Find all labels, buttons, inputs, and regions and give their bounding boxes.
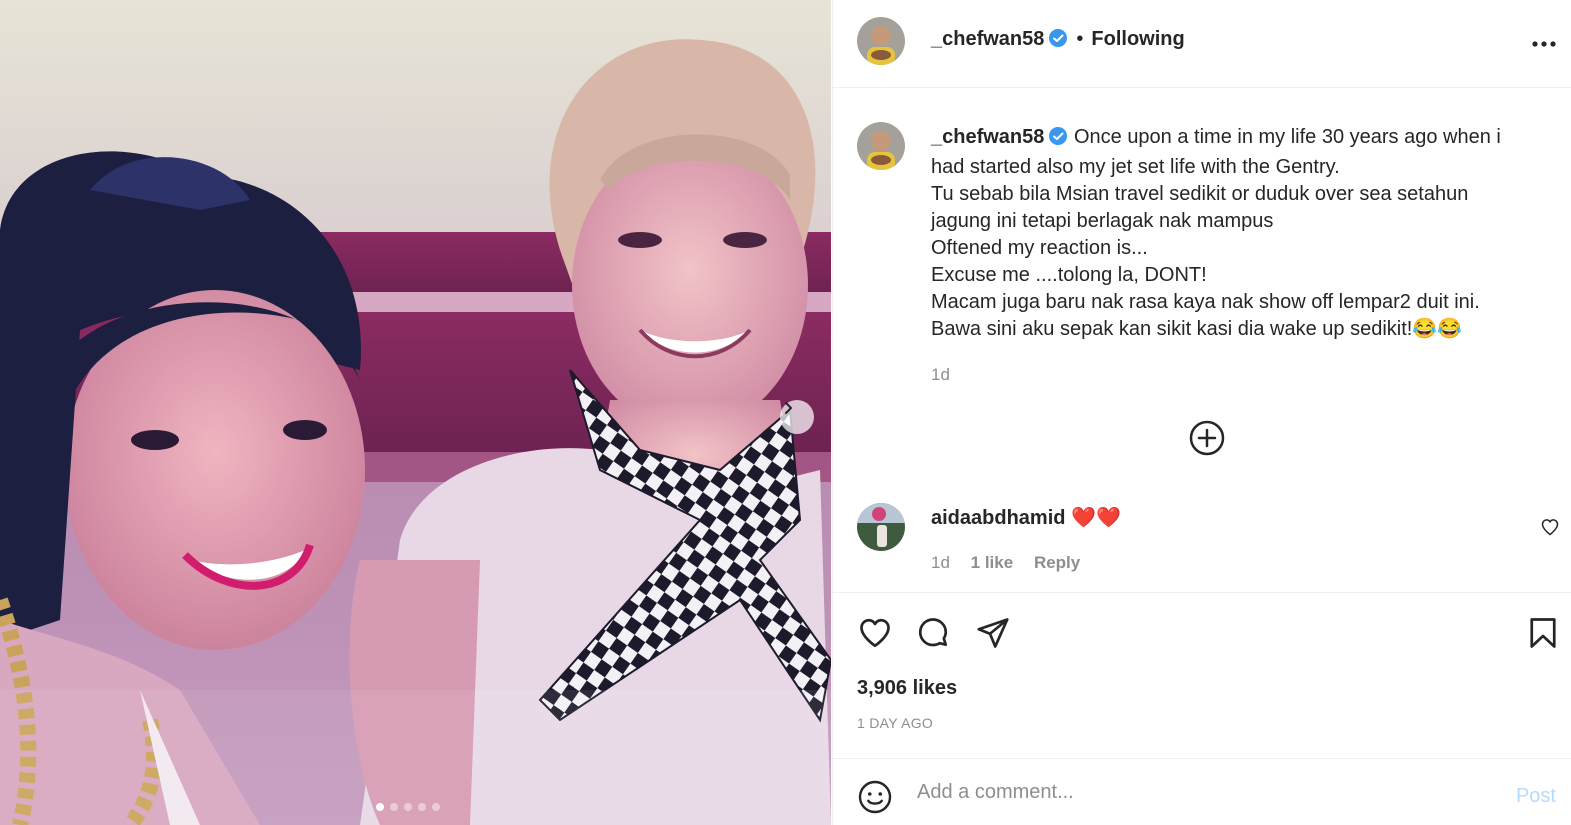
more-options-button[interactable]	[1530, 30, 1558, 63]
heart-icon	[860, 618, 890, 648]
load-more-comments-button[interactable]	[1189, 420, 1225, 461]
likes-count[interactable]: 3,906 likes	[857, 677, 957, 700]
carousel-next-button[interactable]	[780, 400, 814, 434]
comment-like-count[interactable]: 1 like	[971, 553, 1014, 572]
comment-timestamp[interactable]: 1d	[931, 553, 950, 572]
comment-like-button[interactable]	[1540, 517, 1560, 542]
avatar-image	[857, 17, 905, 65]
verified-badge-icon	[1048, 126, 1068, 154]
carousel-dot	[404, 803, 412, 811]
post-header: _chefwan58 • Following	[833, 0, 1571, 88]
avatar-image	[857, 122, 905, 170]
share-button[interactable]	[975, 615, 1011, 656]
save-button[interactable]	[1525, 615, 1561, 656]
caption-line: Oftened my reaction is...	[931, 237, 1148, 259]
carousel-indicator	[376, 803, 440, 811]
instagram-post-view: _chefwan58 • Following _chefwan58 Once up…	[0, 0, 1571, 825]
comment-button[interactable]	[915, 615, 951, 656]
carousel-dot	[432, 803, 440, 811]
caption-author-avatar[interactable]	[857, 122, 905, 170]
comment-composer: Post	[833, 758, 1571, 825]
caption-username[interactable]: _chefwan58	[931, 126, 1044, 148]
paper-plane-icon	[977, 618, 1009, 648]
smiley-icon	[858, 780, 892, 814]
chevron-right-icon	[785, 402, 792, 414]
author-username[interactable]: _chefwan58	[931, 28, 1044, 50]
more-horizontal-icon	[1532, 41, 1556, 47]
comment-input[interactable]	[917, 781, 1477, 804]
bookmark-icon	[1530, 618, 1556, 648]
comment-actions: 1d 1 like Reply	[931, 553, 1096, 573]
emoji-button[interactable]	[857, 779, 893, 820]
carousel-dot	[390, 803, 398, 811]
caption-line: Tu sebab bila Msian travel sedikit or du…	[931, 183, 1469, 232]
comment-text-line: aidaabdhamid ❤️❤️	[931, 505, 1121, 530]
commenter-avatar[interactable]	[857, 503, 905, 551]
commenter-username[interactable]: aidaabdhamid	[931, 507, 1065, 529]
speech-bubble-icon	[918, 618, 948, 647]
comment-item: aidaabdhamid ❤️❤️ 1d 1 like Reply	[833, 500, 1571, 592]
post-photo[interactable]	[0, 0, 831, 825]
caption-line: Excuse me ....tolong la, DONT!	[931, 264, 1207, 286]
avatar-image	[857, 503, 905, 551]
following-button[interactable]: Following	[1091, 28, 1184, 50]
heart-icon	[1541, 519, 1559, 536]
post-date[interactable]: 1 DAY AGO	[857, 715, 933, 731]
plus-circle-icon	[1189, 420, 1225, 456]
header-text: _chefwan58 • Following	[931, 28, 1185, 53]
header-separator: •	[1076, 28, 1084, 50]
photo-illustration	[0, 0, 831, 825]
carousel-dot	[418, 803, 426, 811]
author-avatar[interactable]	[857, 17, 905, 65]
caption-line: Macam juga baru nak rasa kaya nak show o…	[931, 291, 1480, 313]
verified-badge-icon	[1048, 28, 1068, 53]
comment-text: ❤️❤️	[1071, 507, 1121, 529]
post-comment-button[interactable]: Post	[1516, 785, 1556, 808]
caption-line: Bawa sini aku sepak kan sikit kasi dia w…	[931, 318, 1463, 340]
post-caption: _chefwan58 Once upon a time in my life 3…	[931, 124, 1531, 388]
caption-timestamp[interactable]: 1d	[931, 365, 950, 384]
like-button[interactable]	[857, 615, 893, 656]
carousel-dot-active	[376, 803, 384, 811]
comment-reply-button[interactable]: Reply	[1034, 553, 1080, 572]
post-actions-section: 3,906 likes 1 DAY AGO	[833, 592, 1571, 758]
post-sidebar: _chefwan58 • Following _chefwan58 Once up…	[832, 0, 1571, 825]
